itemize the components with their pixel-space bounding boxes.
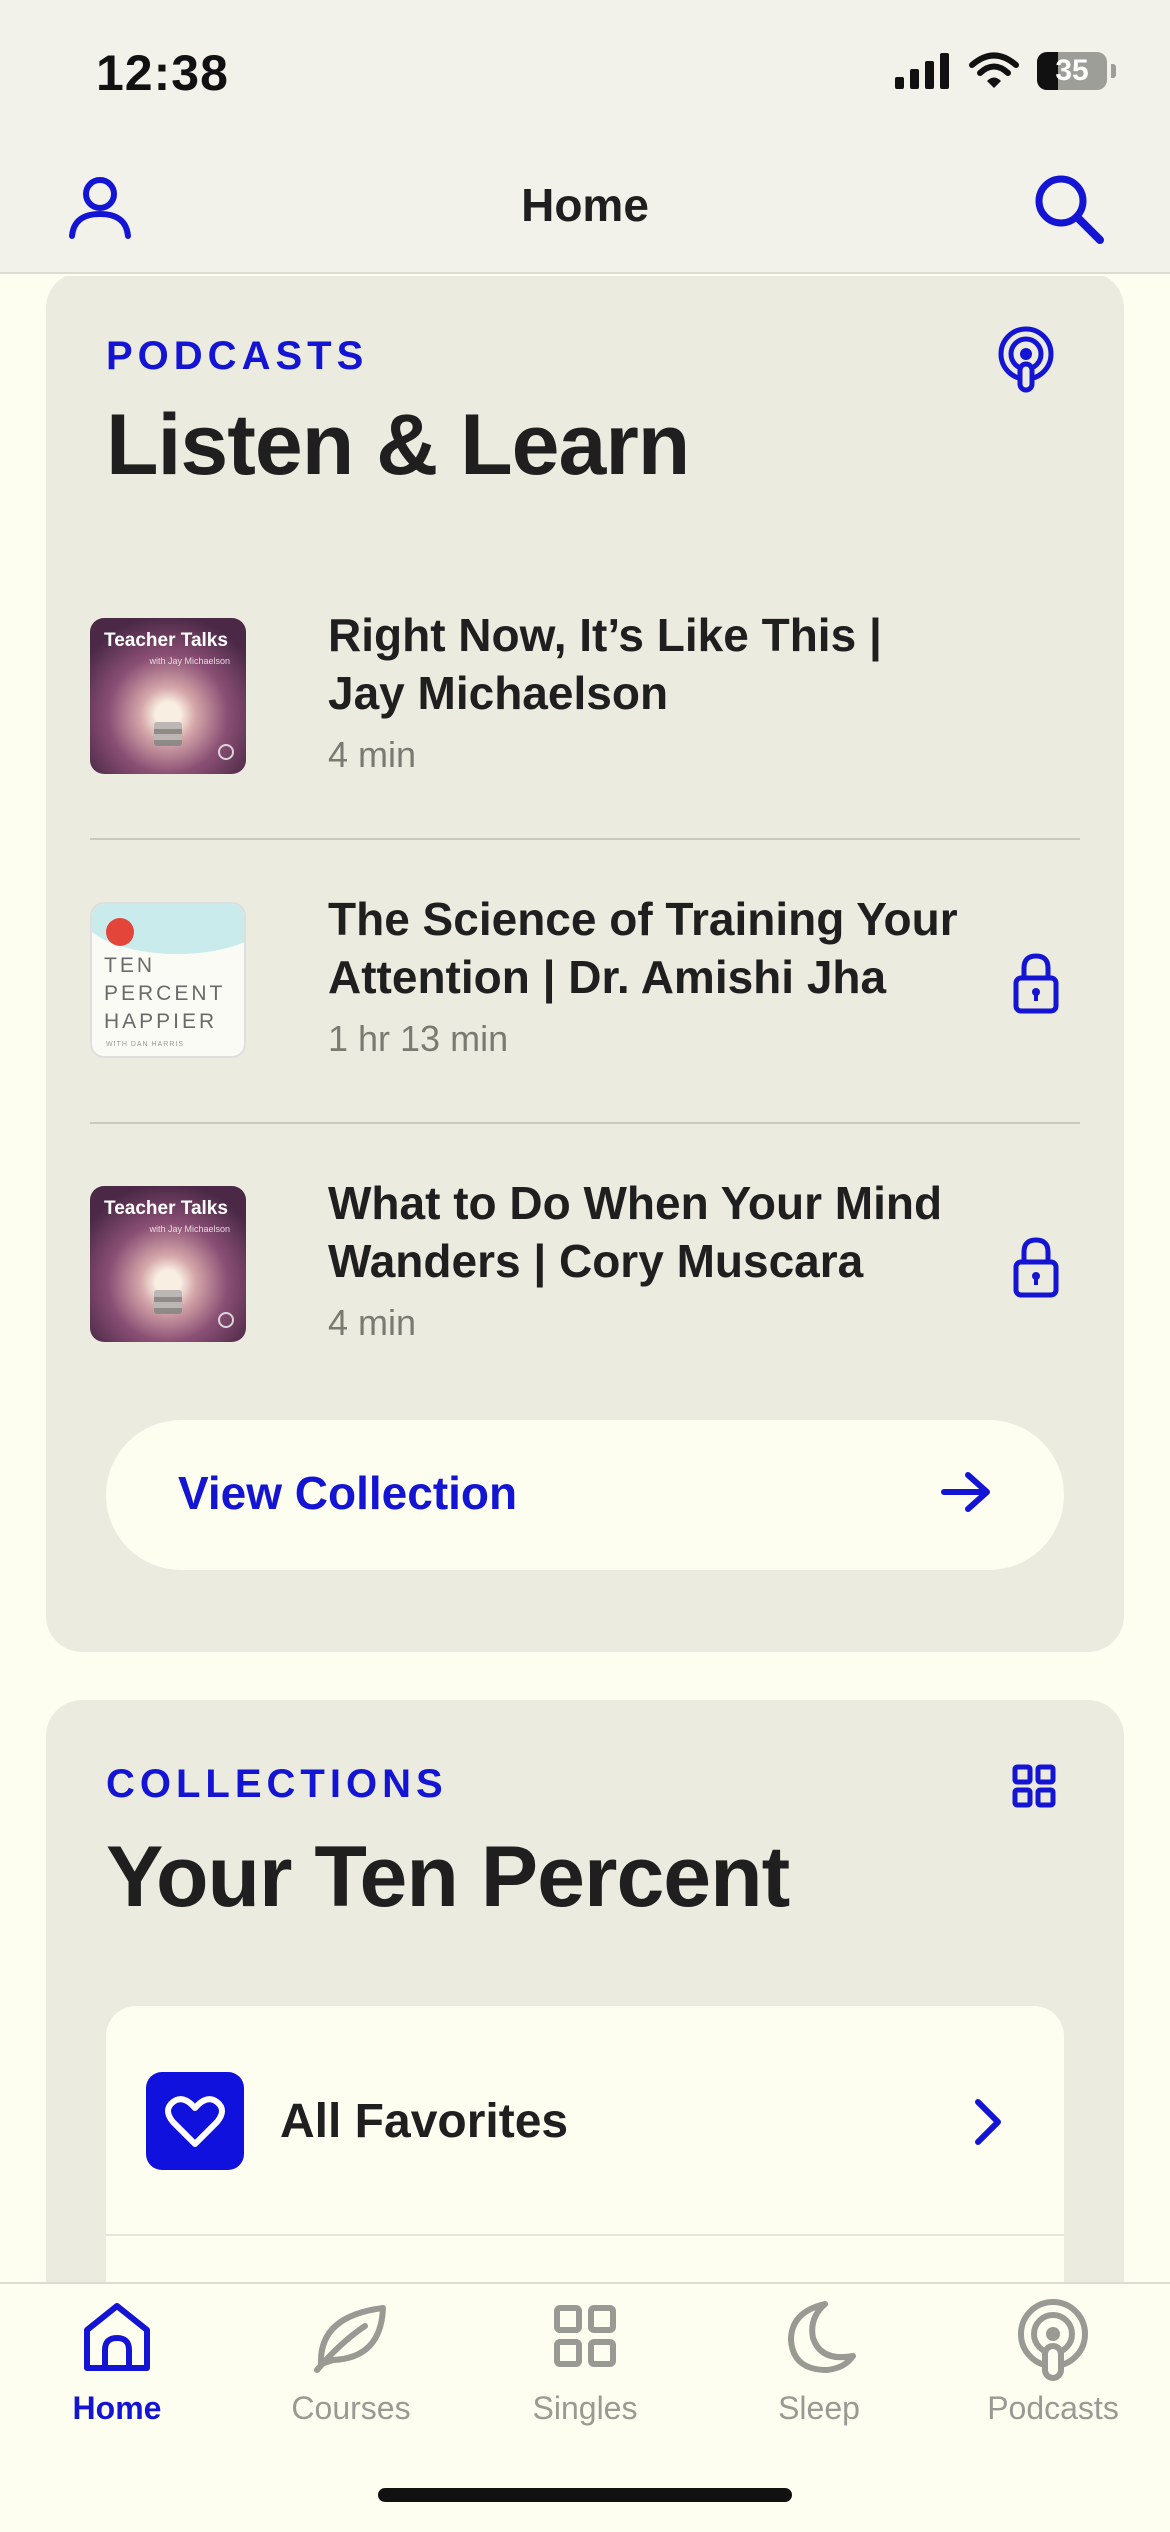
grid-icon (1012, 1764, 1056, 1808)
podcast-icon (998, 326, 1054, 393)
thumbnail-sub: with Jay Michaelson (149, 1224, 230, 1234)
lightbulb-icon (154, 1290, 182, 1314)
status-time: 12:38 (96, 45, 229, 101)
episode-title: What to Do When Your Mind Wanders | Cory… (328, 1177, 943, 1287)
thumbnail-sub: WITH DAN HARRIS (106, 1041, 184, 1048)
tab-courses[interactable]: Courses (234, 2284, 468, 2444)
nav-bar: Home (0, 150, 1170, 274)
home-icon (79, 2298, 155, 2379)
episode-duration: 4 min (328, 734, 417, 775)
signal-icon (895, 53, 949, 89)
lock-icon (1012, 1236, 1060, 1303)
collections-list: All Favorites (106, 2006, 1064, 2282)
thumbnail-label: Teacher Talks (104, 1198, 228, 1219)
collections-title: Your Ten Percent (106, 1829, 790, 1925)
episode-duration: 1 hr 13 min (328, 1018, 509, 1059)
tab-label: Courses (291, 2390, 411, 2426)
tab-label: Singles (532, 2390, 638, 2426)
podcasts-eyebrow: PODCASTS (106, 334, 369, 378)
episode-title: Right Now, It’s Like This | Jay Michaels… (328, 609, 882, 719)
episode-row[interactable]: TEN PERCENT HAPPIER WITH DAN HARRIS The … (90, 840, 1080, 1124)
home-scroll-view[interactable]: PODCASTS Listen & Learn Teacher Talks wi… (0, 276, 1170, 2282)
podcasts-card: PODCASTS Listen & Learn Teacher Talks wi… (46, 276, 1124, 1652)
wifi-icon (969, 52, 1019, 88)
heart-icon (146, 2072, 244, 2170)
arrow-right-icon (940, 1470, 992, 1519)
tab-podcasts[interactable]: Podcasts (936, 2284, 1170, 2444)
collections-eyebrow: COLLECTIONS (106, 1762, 448, 1806)
episode-thumbnail: Teacher Talks with Jay Michaelson (90, 618, 246, 774)
episode-duration: 4 min (328, 1302, 417, 1343)
podcasts-title: Listen & Learn (106, 397, 690, 493)
podcasts-card-icon (996, 326, 1056, 399)
search-icon (1035, 175, 1104, 244)
page-title: Home (521, 179, 649, 231)
episode-thumbnail: TEN PERCENT HAPPIER WITH DAN HARRIS (90, 902, 246, 1058)
view-collection-button[interactable]: View Collection (106, 1420, 1064, 1570)
status-bar: 12:38 35 (0, 0, 1170, 150)
collections-card-icon (1012, 1764, 1056, 1813)
tab-singles[interactable]: Singles (468, 2284, 702, 2444)
battery-level: 35 (1055, 54, 1089, 87)
collections-card: COLLECTIONS Your Ten Percent All Favorit… (46, 1700, 1124, 2282)
thumbnail-sub: with Jay Michaelson (149, 656, 230, 666)
tab-label: Sleep (778, 2390, 860, 2426)
battery-icon: 35 (1037, 52, 1107, 90)
episode-row[interactable]: Teacher Talks with Jay Michaelson Right … (90, 556, 1080, 840)
thumbnail-label: Teacher Talks (104, 630, 228, 651)
episode-thumbnail: Teacher Talks with Jay Michaelson (90, 1186, 246, 1342)
lightbulb-icon (154, 722, 182, 746)
podcast-icon (1015, 2298, 1091, 2387)
tab-label: Home (72, 2390, 162, 2426)
home-indicator (378, 2488, 792, 2502)
chevron-right-icon (972, 2098, 1004, 2151)
logo-mark (106, 918, 134, 946)
view-collection-label: View Collection (178, 1467, 518, 1519)
lock-icon (1012, 952, 1060, 1019)
tab-home[interactable]: Home (0, 2284, 234, 2444)
collection-item-label: All Favorites (280, 2095, 569, 2148)
episode-row[interactable]: Teacher Talks with Jay Michaelson What t… (90, 1124, 1080, 1408)
moon-icon (781, 2298, 857, 2379)
leaf-icon (311, 2298, 391, 2379)
grid-icon (551, 2298, 619, 2379)
tab-sleep[interactable]: Sleep (702, 2284, 936, 2444)
status-icons: 35 (895, 52, 1116, 90)
search-button[interactable] (1030, 170, 1106, 251)
episode-title: The Science of Training Your Attention |… (328, 893, 958, 1003)
thumbnail-label: TEN PERCENT HAPPIER (104, 954, 225, 1033)
collection-item-all-favorites[interactable]: All Favorites (106, 2006, 1064, 2236)
tab-label: Podcasts (987, 2390, 1119, 2426)
